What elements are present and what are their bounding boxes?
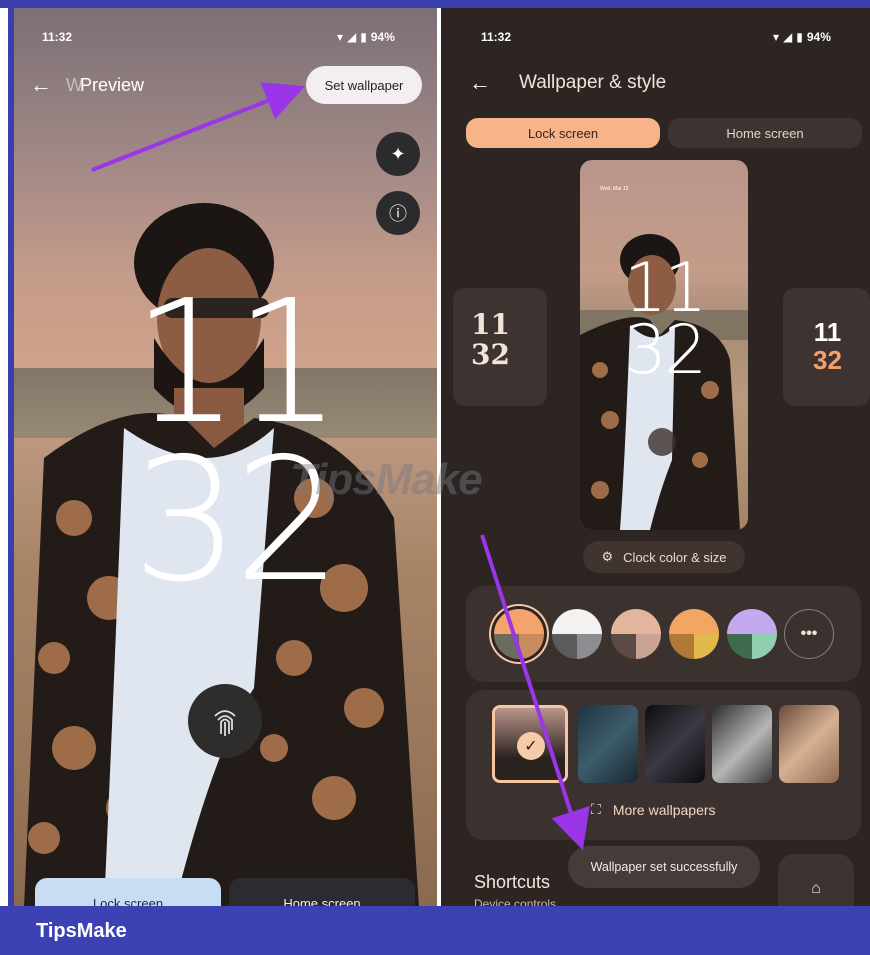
status-icons: ▾ ◢ ▮ 94% [773,30,831,44]
signal-icon: ◢ [783,30,793,44]
color-swatch-5[interactable] [727,609,777,659]
gear-icon: ⚙ [601,549,614,564]
color-swatch-2[interactable] [552,609,602,659]
clock-color-size-button[interactable]: ⚙ Clock color & size [583,541,745,573]
wallpaper-thumb-current[interactable]: ✓ [492,705,568,783]
toast-message: Wallpaper set successfully [568,846,760,888]
clock-style-option-right[interactable]: 11 32 [783,288,870,406]
page-title: Preview [80,75,145,95]
preview-date: Wed, Mar 15 [600,186,629,192]
color-swatch-4[interactable] [669,609,719,659]
clock-style-option-left[interactable]: 11 32 [453,288,547,406]
image-frame-icon: ⛶ [591,801,601,817]
shortcuts-subtitle: Device controls [474,897,557,906]
watermark: TipsMake [290,455,483,504]
battery-level: 94% [370,30,395,44]
side-clock-hour: 11 [471,308,510,341]
battery-icon: ▮ [360,30,367,44]
more-wallpapers-button[interactable]: ⛶ More wallpapers [591,801,716,818]
checkmark-icon: ✓ [517,732,545,760]
fingerprint-sensor [188,684,262,758]
lock-screen-preview[interactable]: Wed, Mar 15 11 32 [580,160,748,530]
brand-footer: TipsMake [0,906,870,955]
home-icon: ⌂ [811,880,821,897]
brand-label: TipsMake [36,920,127,942]
wifi-icon: ▾ [773,30,780,44]
fingerprint-icon [214,710,236,736]
side-clock-hour-alt: 11 [813,317,842,347]
wallpaper-thumb-5[interactable] [779,705,839,783]
page-title: Wallpaper & style [519,72,667,93]
wallpaper-thumb-2[interactable] [578,705,638,783]
side-clock-minute-alt: 32 [813,345,842,375]
sparkle-icon: ✦ [390,143,406,164]
side-clock-minute: 32 [471,338,510,371]
color-swatch-3[interactable] [611,609,661,659]
preview-clock-minute: 32 [623,311,708,390]
top-border [0,0,870,8]
more-colors-button[interactable]: ••• [784,609,834,659]
info-button[interactable]: ⓘ [376,191,420,235]
shortcuts-title: Shortcuts [474,872,551,892]
battery-level: 94% [806,30,831,44]
clock-color-size-label: Clock color & size [623,549,727,565]
wifi-icon: ▾ [337,30,344,44]
clock-hour: 11 [131,264,342,462]
home-shortcut-button[interactable]: ⌂ [778,854,854,906]
status-icons: ▾ ◢ ▮ 94% [337,30,395,44]
tab-home-screen[interactable]: Home screen [668,118,862,148]
status-time: 11:32 [481,30,512,44]
color-swatch-1[interactable] [494,609,544,659]
sparkle-effects-button[interactable]: ✦ [376,132,420,176]
wallpaper-thumb-3[interactable] [645,705,705,783]
info-icon: ⓘ [389,204,407,224]
battery-icon: ▮ [796,30,803,44]
tab-lock-screen[interactable]: Lock screen [466,118,660,148]
back-arrow-icon[interactable]: ← [30,72,52,98]
tab-lock-screen[interactable]: Lock screen [35,878,221,906]
signal-icon: ◢ [347,30,357,44]
status-time: 11:32 [42,30,73,44]
more-wallpapers-label: More wallpapers [612,801,716,818]
tab-home-screen[interactable]: Home screen [229,878,415,906]
wallpaper-thumb-4[interactable] [712,705,772,783]
screenshot-frame: 11:32 ▾ ◢ ▮ 94% ← W Preview Set wallpape… [0,0,870,955]
wallpaper-style-screen: 11:32 ▾ ◢ ▮ 94% ← Wallpaper & style Lock… [441,8,870,906]
back-arrow-icon[interactable]: ← [469,70,491,96]
more-horiz-icon: ••• [800,625,818,642]
set-wallpaper-button[interactable]: Set wallpaper [306,66,422,104]
